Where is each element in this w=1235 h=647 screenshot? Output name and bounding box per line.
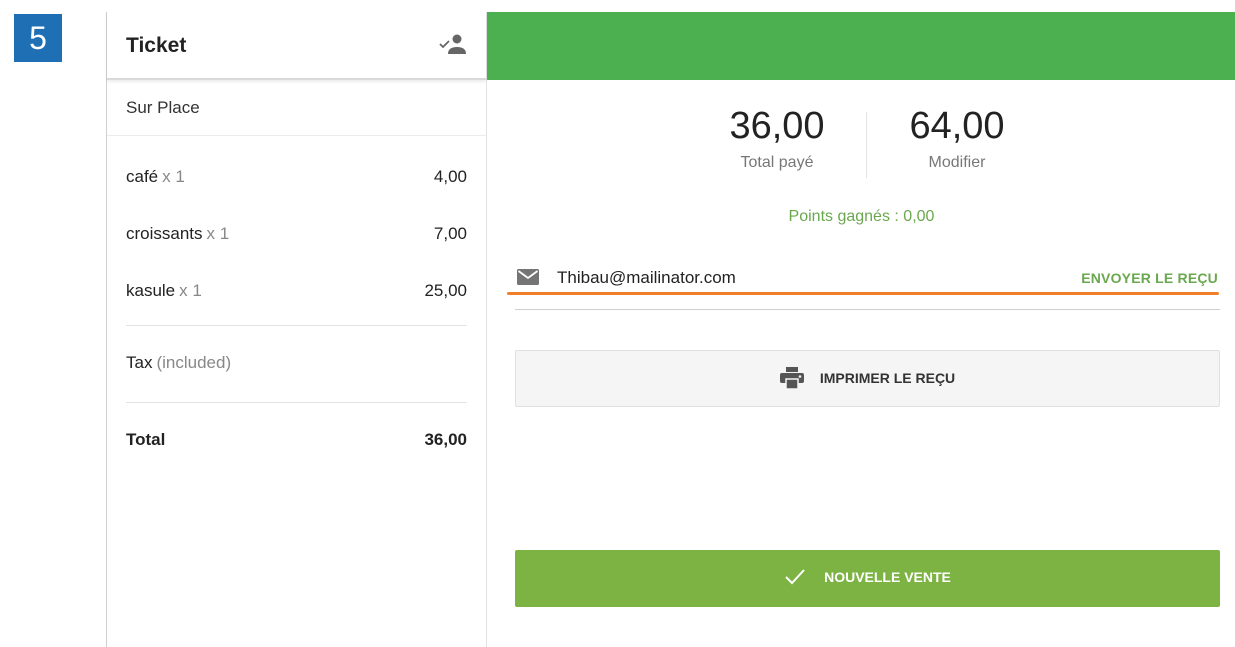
item-label: kasule xyxy=(126,281,176,300)
amount-divider xyxy=(866,112,867,178)
change-label: Modifier xyxy=(928,154,986,171)
tax-row: Tax (included) xyxy=(107,326,486,402)
item-price: 7,00 xyxy=(433,224,467,243)
ticket-items: café x 1 4,00 croissants x 1 7,00 kasule x … xyxy=(107,136,486,325)
payment-panel: 36,00 Total payé 64,00 Modifier Points g… xyxy=(487,12,1235,647)
check-icon xyxy=(785,569,805,585)
email-field[interactable]: Thibau@mailinator.com xyxy=(557,268,736,288)
new-sale-label: NOUVELLE VENTE xyxy=(824,569,951,585)
list-item[interactable]: café x 1 4,00 xyxy=(107,154,486,211)
tax-note: (included) xyxy=(156,353,232,372)
tax-label: Tax (included) xyxy=(126,353,231,373)
amounts-summary: 36,00 Total payé 64,00 Modifier xyxy=(487,80,1235,200)
ticket-header: Ticket xyxy=(107,12,486,80)
email-row: Thibau@mailinator.com ENVOYER LE REÇU xyxy=(507,258,1220,302)
email-input-line xyxy=(515,309,1220,310)
print-receipt-button[interactable]: IMPRIMER LE REÇU xyxy=(515,350,1220,407)
printer-icon xyxy=(779,367,804,389)
total-paid-label: Total payé xyxy=(740,154,814,171)
item-name: croissants x 1 xyxy=(126,224,229,244)
item-qty: x 1 xyxy=(162,167,185,186)
change-amount: 64,00 Modifier xyxy=(887,104,1027,172)
item-name: café x 1 xyxy=(126,167,185,187)
mail-icon xyxy=(517,269,539,285)
new-sale-button[interactable]: NOUVELLE VENTE xyxy=(515,550,1220,607)
points-earned: Points gagnés : 0,00 xyxy=(788,208,935,225)
item-label: café xyxy=(126,167,159,186)
list-item[interactable]: kasule x 1 25,00 xyxy=(107,268,486,325)
total-paid-value: 36,00 xyxy=(729,105,825,147)
step-badge: 5 xyxy=(14,14,62,62)
total-row: Total 36,00 xyxy=(107,403,486,479)
item-price: 25,00 xyxy=(424,281,467,300)
change-value: 64,00 xyxy=(909,105,1005,147)
total-paid: 36,00 Total payé xyxy=(707,104,847,172)
ticket-panel: Ticket Sur Place café x 1 4,00 croissants… xyxy=(107,12,487,647)
dining-option[interactable]: Sur Place xyxy=(107,80,486,136)
send-receipt-button[interactable]: ENVOYER LE REÇU xyxy=(1081,270,1218,286)
item-price: 4,00 xyxy=(433,167,467,186)
pos-window: Ticket Sur Place café x 1 4,00 croissants… xyxy=(106,12,1235,647)
item-qty: x 1 xyxy=(179,281,202,300)
item-qty: x 1 xyxy=(206,224,230,243)
item-name: kasule x 1 xyxy=(126,281,202,301)
ticket-title: Ticket xyxy=(126,34,187,57)
add-customer-icon[interactable] xyxy=(438,32,466,56)
header-bar xyxy=(487,12,1235,80)
tax-text: Tax xyxy=(126,353,153,372)
total-value: 36,00 xyxy=(424,430,467,449)
item-label: croissants xyxy=(126,224,203,243)
total-label: Total xyxy=(126,430,166,449)
print-receipt-label: IMPRIMER LE REÇU xyxy=(819,370,956,386)
highlight-underline xyxy=(507,292,1219,295)
list-item[interactable]: croissants x 1 7,00 xyxy=(107,211,486,268)
